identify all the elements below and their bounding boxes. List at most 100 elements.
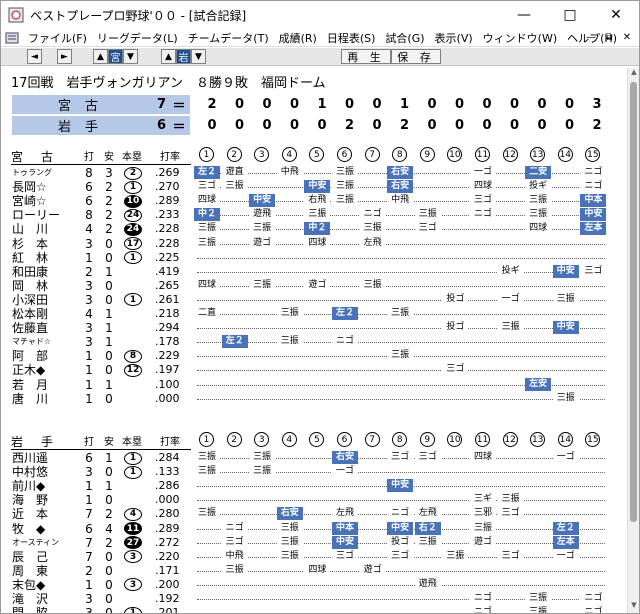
at-bat-result: 三振	[194, 465, 220, 479]
at-bat-result: 三ゴ	[194, 180, 220, 194]
mdi-restore-icon[interactable]: ⧉	[601, 29, 617, 45]
menu-view[interactable]: 表示(V)	[430, 30, 478, 46]
player-row[interactable]: 岡林 3 0 .265 四球 三振 遊ゴ 三振	[5, 278, 627, 293]
home-runs: 27	[123, 536, 143, 550]
play-button[interactable]: 再 生	[341, 49, 391, 64]
player-row[interactable]: 中村悠 3 0 1 .133 三振 三振 一ゴ	[5, 465, 627, 479]
mdi-minimize-icon[interactable]: —	[583, 29, 599, 45]
player-row[interactable]: 西川遥 6 1 1.284 三振 三振 右安 三ゴ 三ゴ 四球 一ゴ	[5, 451, 627, 465]
at-bats: 1	[85, 391, 93, 406]
player-row[interactable]: ローリー 8 2 24 .233 中２ 遊飛 三振 ニゴ 三振 ニゴ 三振 中安	[5, 208, 627, 222]
menu-file[interactable]: ファイル(F)	[23, 30, 92, 46]
player-row[interactable]: 山川 4 2 24 .228 三振 三振 中２ 三振 三ゴ 四球 左本	[5, 222, 627, 236]
player-row[interactable]: 紅林 1 0 1 .225	[5, 251, 627, 265]
player-row[interactable]: 佐藤直 3 1 .294 投ゴ 三振 中安	[5, 321, 627, 335]
hits: 0	[105, 292, 113, 307]
inning-number: 15	[585, 432, 601, 447]
player-row[interactable]: マチャド☆ 3 1 .178 左２ 三振 ニゴ	[5, 335, 627, 349]
at-bat-result: 四球	[525, 222, 552, 236]
player-row[interactable]: 阿部 1 0 8 .229 三振	[5, 349, 627, 363]
player-row[interactable]: 和田康 2 1 .419 投ギ 中安 三ゴ	[5, 264, 627, 279]
player-row[interactable]: 長岡☆ 6 2 1.270 三ゴ 三振 中安 三振 右安 四球 投ギ ニゴ	[5, 180, 627, 194]
inning-runs: 0	[427, 118, 437, 133]
team2-down-icon[interactable]: ▼	[191, 49, 206, 64]
at-bat-hit: 右安	[387, 166, 414, 179]
home-run-badge: 24	[124, 208, 142, 222]
hits: 4	[105, 521, 113, 536]
scroll-up-icon[interactable]: ▲	[628, 68, 640, 80]
at-bat-result: 中飛	[221, 549, 248, 563]
menu-league-data[interactable]: リーグデータ(L)	[92, 30, 183, 46]
prev-arrow-icon[interactable]: ◄	[27, 49, 42, 64]
player-row[interactable]: トゥラング 8 3 2 .269 左２ 遊直 中飛 三振 右安 一ゴ 二安 ニゴ	[5, 166, 627, 180]
hr-header: 本塁	[122, 152, 142, 163]
menu-game[interactable]: 試合(G)	[380, 30, 429, 46]
scroll-down-icon[interactable]: ▼	[628, 601, 640, 613]
at-bat-result: ニゴ	[470, 606, 496, 613]
player-row[interactable]: 近本 7 2 4.280 三振 右安 左飛 ニゴ 左飛 三邪 三ゴ	[5, 507, 627, 521]
maximize-icon[interactable]: □	[547, 1, 593, 29]
player-row[interactable]: 門脇 3 0 1 .201 ニゴ 三振 ニゴ	[5, 606, 627, 613]
hits: 2	[105, 222, 113, 237]
scroll-thumb[interactable]	[630, 82, 637, 522]
at-bat-result: 三振	[414, 535, 441, 549]
close-icon[interactable]: ✕	[593, 1, 639, 29]
minimize-icon[interactable]: —	[501, 1, 547, 29]
mdi-close-icon[interactable]: ✕	[619, 29, 635, 45]
player-row[interactable]: 松本剛 4 1 .218 二直 三振 左２ 三振	[5, 307, 627, 321]
toolbar: ◄ ► ▲ 宮 ▼ ▲ 岩 ▼ 再 生 保 存	[1, 48, 639, 66]
home-runs	[123, 592, 143, 606]
player-row[interactable]: 小深田 3 0 1 .261 投ゴ 一ゴ 三振	[5, 292, 627, 307]
at-bat-result: 三振	[249, 451, 276, 464]
team1-up-icon[interactable]: ▲	[93, 49, 108, 64]
at-bat-result: 三振	[552, 292, 579, 306]
menu-records[interactable]: 成績(R)	[274, 30, 322, 46]
equals-sign: ＝	[172, 120, 186, 135]
at-bat-result: 遊飛	[249, 208, 276, 222]
inning-number: 3	[254, 432, 270, 447]
at-bat-result: 三振	[332, 180, 358, 194]
next-arrow-icon[interactable]: ►	[57, 49, 72, 64]
at-bats: 2	[85, 264, 93, 279]
batting-average: .000	[155, 391, 180, 405]
title-bar[interactable]: ベストプレープロ野球'００ - [試合記録] — □ ✕	[1, 1, 639, 29]
team2-up-icon[interactable]: ▲	[161, 49, 176, 64]
at-bats: 1	[85, 493, 93, 508]
home-run-badge: 12	[124, 363, 142, 377]
hits: 2	[105, 180, 113, 195]
team-name: 宮古	[11, 150, 72, 164]
player-row[interactable]: 周東 2 0 .171 三振 四球 遊ゴ	[5, 563, 627, 578]
inning-runs: 0	[509, 118, 520, 133]
home-run-badge: 1	[124, 180, 142, 194]
at-bats: 8	[85, 208, 93, 223]
player-row[interactable]: オースティン 7 2 27.272 三ゴ 三振 中安 投ゴ 三振 遊ゴ 左本	[5, 535, 627, 550]
player-row[interactable]: 滝沢 3 0 .192 ニゴ 三振 ニゴ	[5, 592, 627, 606]
menu-team-data[interactable]: チームデータ(T)	[183, 30, 274, 46]
player-row[interactable]: 海野 1 0 .000 三ギ 三振	[5, 493, 627, 507]
at-bat-result: 三振	[442, 549, 469, 563]
player-row[interactable]: 末包◆ 1 0 3 .200 遊飛	[5, 577, 627, 592]
player-name: 海野	[12, 493, 61, 508]
menu-window[interactable]: ウィンドウ(W)	[478, 30, 562, 46]
player-row[interactable]: 杉本 3 0 17 .228 三振 遊ゴ 四球 左飛	[5, 236, 627, 251]
player-row[interactable]: 宮崎☆ 6 2 10.289 四球 中安 右飛 三振 中飛 三ゴ 三振 中本	[5, 194, 627, 208]
player-name: 中村悠	[12, 465, 49, 480]
player-row[interactable]: 牧 ◆ 6 4 11 .289 ニゴ 三振 中本 中安 右２ 三振 左２	[5, 521, 627, 536]
inning-number: 7	[364, 432, 380, 447]
player-row[interactable]: 若月 1 1 .100 左安	[5, 377, 627, 392]
at-bats: 7	[85, 549, 93, 564]
vertical-scrollbar[interactable]: ▲ ▼	[627, 68, 639, 613]
team1-down-icon[interactable]: ▼	[123, 49, 138, 64]
player-name: 滝沢	[12, 592, 61, 606]
menu-schedule[interactable]: 日程表(S)	[322, 30, 381, 46]
save-button[interactable]: 保 存	[391, 49, 441, 64]
player-row[interactable]: 前川◆ 1 1 .286 中安	[5, 479, 627, 493]
inning-number: 13	[530, 147, 546, 162]
home-run-badge: 8	[124, 349, 142, 363]
player-row[interactable]: 正木◆ 1 0 12 .197 三ゴ	[5, 363, 627, 377]
player-name: 佐藤直	[12, 321, 49, 336]
inning-number: 9	[419, 147, 435, 162]
document-icon[interactable]	[5, 32, 19, 44]
player-row[interactable]: 唐川 1 0 .000 三振	[5, 391, 627, 406]
player-row[interactable]: 辰己 7 0 3 .220 中飛 三振 三ゴ 三ゴ 三振 三ゴ 一ゴ	[5, 549, 627, 564]
